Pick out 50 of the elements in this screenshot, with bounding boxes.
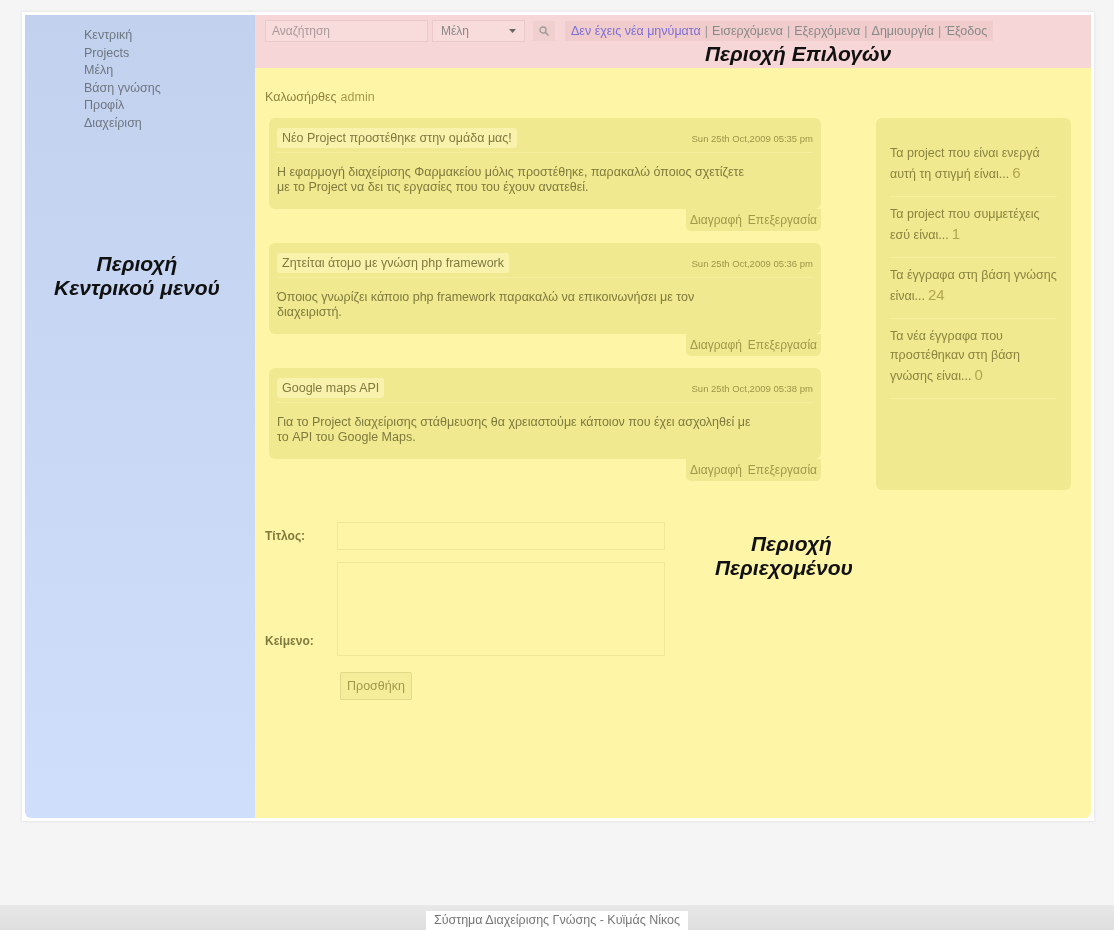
menu-link[interactable]: Projects: [84, 44, 130, 62]
stat-text: Τα έγγραφα στη βάση γνώσης είναι... 24: [890, 267, 1057, 305]
post-date: Sun 25th Oct,2009 05:38 pm: [691, 382, 813, 394]
add-button[interactable]: Προσθήκη: [340, 672, 412, 700]
text-label: Κείμενο:: [265, 634, 315, 648]
post-action-link[interactable]: Διαγραφή: [690, 213, 742, 227]
title-label: Τίτλος:: [265, 529, 307, 543]
post-title: Νέο Project προστέθηκε στην ομάδα μας!: [277, 128, 517, 148]
post-body: Όποιος γνωρίζει κάποιο php framework παρακαλώ να επικοινωνήσει με τον διαχειριστή.: [277, 290, 696, 320]
stat-text: Τα project που είναι ενεργά αυτή τη στιγμή είναι... 6: [890, 145, 1041, 183]
post-date: Sun 25th Oct,2009 05:36 pm: [691, 257, 813, 269]
post-date: Sun 25th Oct,2009 05:35 pm: [691, 132, 813, 144]
member-select[interactable]: Μέλη: [432, 20, 525, 42]
menu-link[interactable]: Διαχείριση: [84, 114, 142, 132]
stat-text: Τα project που συμμετέχεις εσύ είναι... 1: [890, 206, 1041, 244]
menu-link[interactable]: Μέλη: [84, 62, 114, 80]
area-annotation: Κεντρικού μενού: [54, 276, 220, 300]
post-body: Για το Project διαχείρισης στάθμευσης θα χρειαστούμε κάποιον που έχει ασχοληθεί με το API του Google Maps.: [277, 415, 752, 445]
separator-text: |: [864, 24, 868, 38]
caret-icon: [509, 29, 516, 33]
area-annotation: Περιοχή Επιλογών: [705, 42, 892, 66]
post-action-link[interactable]: Διαγραφή: [690, 338, 742, 352]
post-action-link[interactable]: Επεξεργασία: [747, 213, 817, 227]
post-action-link[interactable]: Επεξεργασία: [747, 463, 817, 477]
post-title: Google maps API: [277, 378, 385, 398]
post-action-link[interactable]: Επεξεργασία: [747, 338, 817, 352]
search-field[interactable]: Αναζήτηση: [265, 20, 428, 42]
post-body: Η εφαρμογή διαχείρισης Φαρμακείου μόλις προστέθηκε, παρακαλώ όποιος σχετίζετε με το Project να δει τις εργασίες που του έχουν ανατεθεί.: [277, 165, 746, 195]
area-annotation: Περιοχή: [751, 532, 832, 556]
post-title: Ζητείται άτομο με γνώση php framework: [277, 253, 509, 273]
area-annotation: Περιοχή: [96, 252, 178, 276]
stat-text: Τα νέα έγγραφα που προστέθηκαν στη βάση γνώσης είναι... 0: [890, 328, 1022, 385]
separator-text: |: [704, 24, 709, 38]
header-link[interactable]: Έξοδος: [945, 24, 988, 38]
welcome-text: Καλωσήρθες: [265, 90, 337, 104]
search-icon: [539, 26, 549, 36]
separator-text: |: [938, 24, 942, 38]
search-button[interactable]: [533, 21, 555, 41]
user-link[interactable]: admin: [340, 90, 375, 104]
header-link[interactable]: Δημιουργία: [871, 24, 934, 38]
separator-text: |: [787, 24, 791, 38]
post-action-link[interactable]: Διαγραφή: [690, 463, 742, 477]
menu-link[interactable]: Κεντρική: [84, 27, 133, 45]
header-link[interactable]: Εξερχόμενα: [794, 24, 861, 38]
header-link[interactable]: Εισερχόμενα: [712, 24, 783, 38]
menu-link[interactable]: Προφίλ: [84, 97, 125, 115]
header-link[interactable]: Δεν έχεις νέα μηνύματα: [571, 24, 701, 38]
menu-link[interactable]: Βάση γνώσης: [84, 79, 161, 97]
area-annotation: Περιεχομένου: [715, 556, 854, 580]
footer-text: Σύστημα Διαχείρισης Γνώσης - Κυϊμάς Νίκος: [425, 911, 689, 930]
